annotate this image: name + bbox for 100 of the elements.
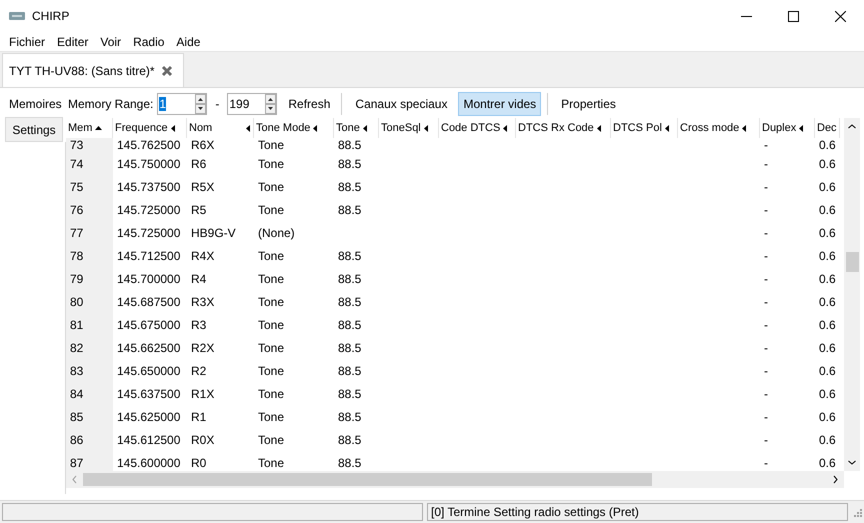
table-cell-text: 86 bbox=[70, 432, 84, 448]
table-cell-text: 0.6 bbox=[819, 340, 836, 356]
table-cell: - bbox=[764, 138, 768, 152]
table-cell-text: 0.6 bbox=[819, 432, 836, 448]
table-cell-text: R5X bbox=[191, 178, 214, 196]
column-header[interactable]: Tone Mode bbox=[254, 118, 334, 138]
table-cell-text: - bbox=[764, 270, 768, 288]
vertical-scrollbar[interactable] bbox=[844, 118, 860, 471]
table-cell: 73 bbox=[70, 138, 84, 152]
column-menu-icon[interactable] bbox=[742, 124, 746, 132]
range-spinbox[interactable]: 1 bbox=[157, 93, 208, 115]
column-header[interactable]: Cross mode bbox=[678, 118, 760, 138]
column-menu-icon[interactable] bbox=[424, 124, 428, 132]
table-cell: 0.6 bbox=[819, 138, 836, 152]
range-spinbox[interactable]: 199 bbox=[227, 93, 278, 115]
table-cell-text: 145.687500 bbox=[117, 294, 180, 310]
table-cell-text: R6 bbox=[191, 156, 206, 172]
table-cell-text: 0.6 bbox=[819, 316, 836, 334]
toolbar-button[interactable]: Refresh bbox=[283, 92, 336, 116]
table-cell-text: 0.6 bbox=[819, 202, 836, 218]
menu-item[interactable]: Editer bbox=[51, 32, 94, 50]
table-cell-text: 0.6 bbox=[819, 294, 836, 310]
column-header[interactable]: ToneSql bbox=[379, 118, 439, 138]
close-icon[interactable] bbox=[835, 10, 846, 22]
table-cell-text: Tone bbox=[258, 454, 284, 471]
table-cell-text: - bbox=[764, 340, 768, 356]
table-cell-text: 74 bbox=[70, 156, 84, 172]
maximize-icon[interactable] bbox=[788, 10, 799, 22]
menu-item[interactable]: Aide bbox=[170, 32, 206, 50]
table-cell-text: Tone bbox=[258, 270, 284, 288]
table-cell-text: Tone bbox=[258, 316, 284, 334]
toolbar-button[interactable]: Montrer vides bbox=[458, 92, 542, 116]
table-cell-text: 145.675000 bbox=[117, 316, 180, 334]
menu-item[interactable]: Voir bbox=[94, 32, 128, 50]
range-separator: - bbox=[214, 96, 220, 113]
table-cell-text: 0.6 bbox=[819, 386, 836, 402]
menu-item[interactable]: Radio bbox=[127, 32, 170, 50]
resize-grip-icon[interactable] bbox=[852, 507, 862, 517]
column-menu-icon[interactable] bbox=[503, 124, 508, 132]
table-cell-text: 145.612500 bbox=[117, 432, 180, 448]
range-label: Memory Range: bbox=[68, 96, 154, 113]
table-cell-text: Tone bbox=[258, 156, 284, 172]
table-cell: R6X bbox=[191, 138, 214, 152]
document-tab[interactable]: TYT TH-UV88: (Sans titre)* bbox=[2, 53, 184, 87]
window-title: CHIRP bbox=[32, 8, 70, 25]
column-menu-icon[interactable] bbox=[664, 124, 669, 132]
table-cell-text: Tone bbox=[258, 386, 284, 402]
table-cell-text: R5 bbox=[191, 202, 206, 218]
table-cell-text: R1 bbox=[191, 408, 206, 426]
table-cell-text: Tone bbox=[258, 408, 284, 426]
table-cell-text: 88.5 bbox=[338, 202, 362, 218]
table-cell-text: 88.5 bbox=[338, 248, 362, 264]
column-menu-icon[interactable] bbox=[246, 124, 250, 132]
table-cell-text: - bbox=[764, 156, 768, 172]
column-menu-icon[interactable] bbox=[313, 124, 318, 132]
table-cell-text: HB9G-V bbox=[191, 224, 236, 242]
spin-arrows-icon[interactable] bbox=[195, 94, 206, 114]
table-cell-text: 145.662500 bbox=[117, 340, 180, 356]
table-cell-text: 145.600000 bbox=[117, 454, 180, 471]
table-cell-text: R1X bbox=[191, 386, 214, 402]
table-cell-text: 0.6 bbox=[819, 362, 836, 380]
table-cell-text: 88.5 bbox=[338, 178, 362, 196]
table-cell-text: - bbox=[764, 224, 768, 242]
toolbar-button[interactable]: Properties bbox=[556, 92, 621, 116]
column-menu-icon[interactable] bbox=[596, 124, 601, 132]
table-cell-text: - bbox=[764, 408, 768, 426]
scrollbar-thumb[interactable] bbox=[846, 252, 858, 272]
column-header[interactable]: DTCS Rx Code bbox=[516, 118, 611, 138]
table-cell-text: Tone bbox=[258, 202, 284, 218]
table-cell-text: 88.5 bbox=[338, 432, 362, 448]
table-cell-text: 76 bbox=[70, 202, 84, 218]
column-header[interactable]: Frequence bbox=[113, 118, 187, 138]
table-cell-text: R4 bbox=[191, 270, 206, 288]
column-menu-icon[interactable] bbox=[170, 124, 175, 132]
column-header[interactable]: Duplex bbox=[760, 118, 815, 138]
table-cell-text: 83 bbox=[70, 362, 84, 380]
table-cell-text: 0.6 bbox=[819, 248, 836, 264]
table-cell: 88.5 bbox=[338, 138, 362, 152]
scrollbar-thumb[interactable] bbox=[83, 473, 652, 486]
table-cell-text: 85 bbox=[70, 408, 84, 426]
menu-item[interactable]: Fichier bbox=[3, 32, 52, 50]
column-menu-icon[interactable] bbox=[799, 124, 804, 132]
table-cell-text: 77 bbox=[70, 224, 84, 242]
table-cell-text: 88.5 bbox=[338, 362, 362, 380]
table-cell-text: 0.6 bbox=[819, 454, 836, 471]
horizontal-scrollbar[interactable] bbox=[66, 471, 844, 488]
column-header[interactable]: Nom bbox=[187, 118, 254, 138]
toolbar-button[interactable]: Canaux speciaux bbox=[350, 92, 452, 116]
column-header[interactable]: Tone bbox=[334, 118, 379, 138]
column-menu-icon[interactable] bbox=[362, 124, 367, 132]
status-message: [0] Termine Setting radio settings (Pret) bbox=[427, 503, 848, 521]
column-header[interactable]: Code DTCS bbox=[439, 118, 516, 138]
side-tab[interactable]: Settings bbox=[5, 117, 63, 142]
spin-arrows-icon[interactable] bbox=[265, 94, 276, 114]
table-cell-text: - bbox=[764, 386, 768, 402]
app-icon bbox=[9, 12, 25, 20]
table-cell-text: 145.725000 bbox=[117, 202, 180, 218]
table-cell-text: 78 bbox=[70, 248, 84, 264]
column-header[interactable]: Dec bbox=[815, 118, 840, 138]
column-header[interactable]: DTCS Pol bbox=[611, 118, 678, 138]
